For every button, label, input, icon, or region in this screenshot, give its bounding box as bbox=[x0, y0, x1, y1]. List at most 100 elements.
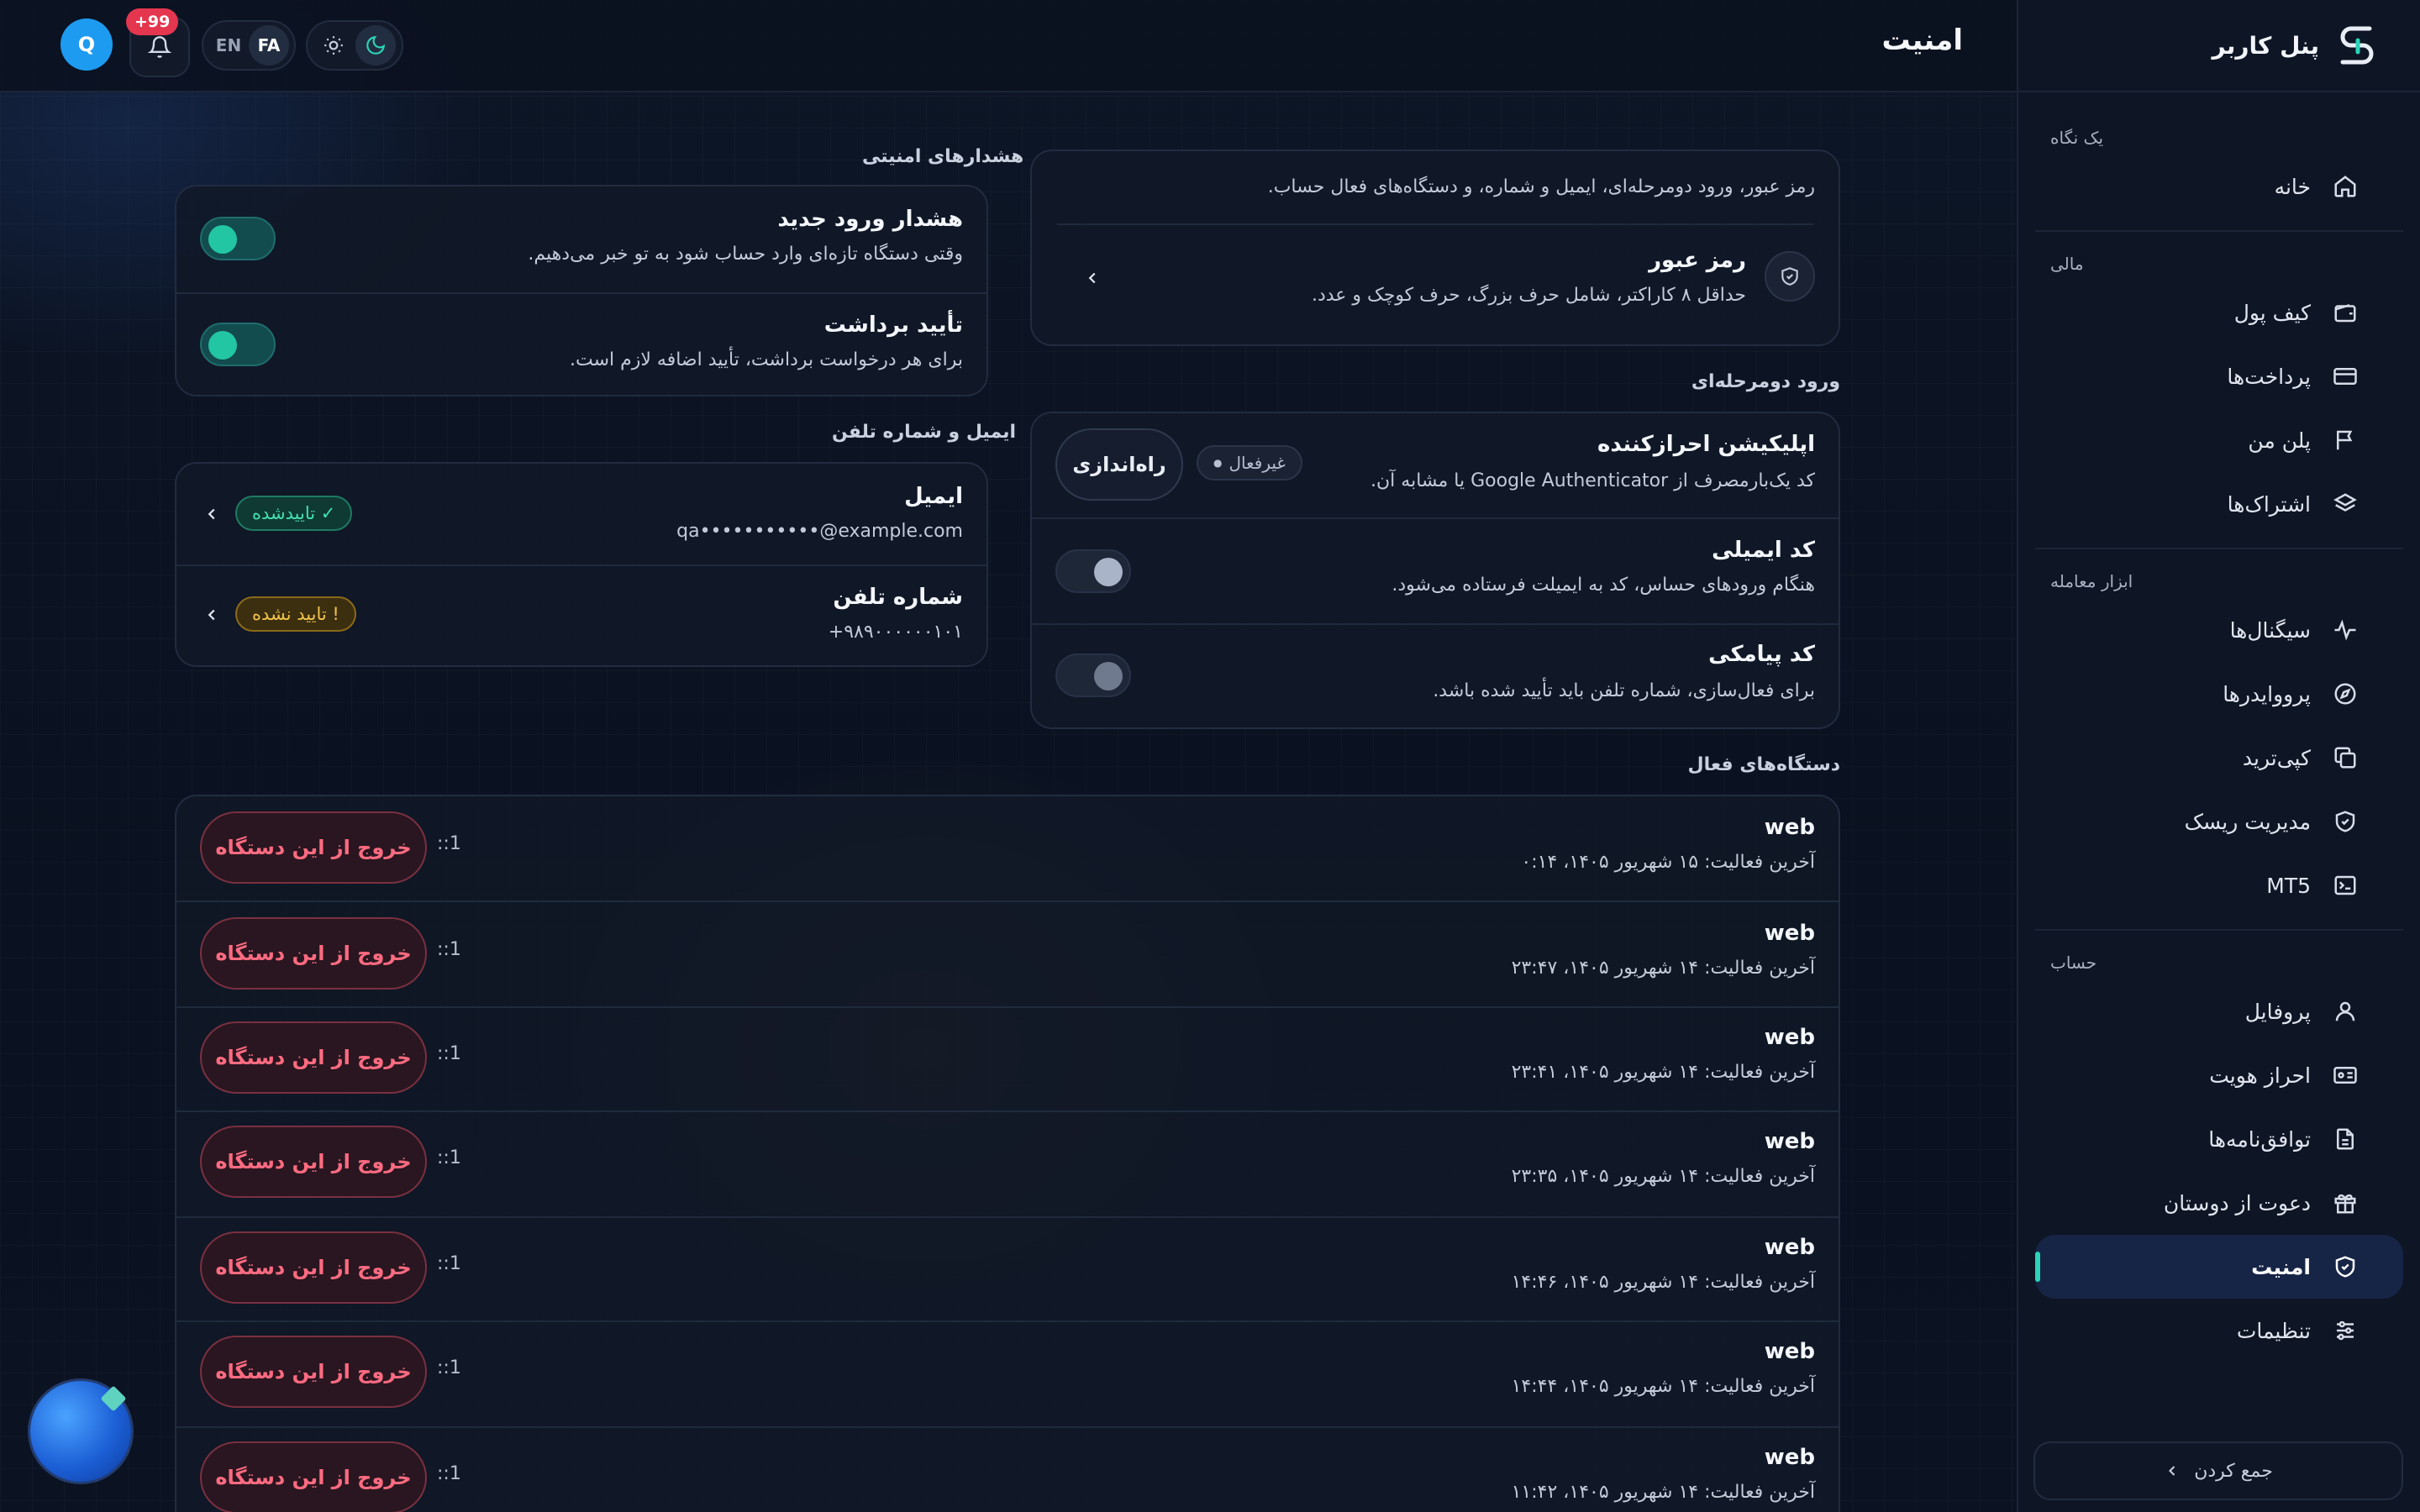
authenticator-subtitle: کد یک‌بارمصرف از Google Authenticator یا… bbox=[1370, 470, 1815, 491]
email-value: qa•••••••••••@example.com bbox=[676, 521, 963, 542]
sidebar-item-risk[interactable]: مدیریت ریسک bbox=[2035, 790, 2403, 853]
alerts-section-title: هشدارهای امنیتی bbox=[862, 146, 1024, 167]
dot-icon: ● bbox=[1213, 457, 1223, 469]
withdraw-confirm-row: تأیید برداشت برای هر درخواست برداشت، تأی… bbox=[176, 294, 986, 398]
device-ip: ::1 bbox=[437, 1357, 461, 1378]
layers-icon bbox=[2331, 490, 2360, 518]
support-chat-bubble[interactable] bbox=[30, 1381, 131, 1482]
new-login-alert-row: هشدار ورود جدید وقتی دستگاه تازه‌ای وارد… bbox=[176, 186, 986, 292]
device-row: web آخرین فعالیت: ۱۴ شهریور ۱۴۰۵، ۲۳:۴۷ … bbox=[176, 902, 1839, 1006]
status-badge: غیرفعال ● bbox=[1197, 445, 1302, 480]
setup-authenticator-button[interactable]: راه‌اندازی bbox=[1055, 428, 1183, 501]
sidebar-item-security[interactable]: امنیت bbox=[2035, 1235, 2403, 1299]
withdraw-confirm-title: تأیید برداشت bbox=[823, 312, 963, 338]
lang-fa-button[interactable]: FA bbox=[249, 25, 289, 66]
chevron-left-icon[interactable] bbox=[1081, 266, 1104, 290]
twofa-card: اپلیکیشن احرازکننده کد یک‌بارمصرف از Goo… bbox=[1030, 412, 1840, 729]
status-badge-label: غیرفعال bbox=[1228, 453, 1286, 473]
device-name: web bbox=[1764, 1445, 1815, 1470]
contact-card: ایمیل qa•••••••••••@example.com ✓ تاییدش… bbox=[175, 462, 988, 667]
sidebar-nav: یک نگاه خانه مالی کیف پول پرداخت‌ها پلن … bbox=[2018, 92, 2420, 1362]
device-name: web bbox=[1764, 815, 1815, 840]
new-login-alert-toggle[interactable] bbox=[200, 217, 276, 260]
authenticator-title: اپلیکیشن احرازکننده bbox=[1597, 432, 1815, 457]
sidebar-item-payments[interactable]: پرداخت‌ها bbox=[2035, 344, 2403, 408]
sidebar-item-providers[interactable]: پرووایدرها bbox=[2035, 662, 2403, 726]
device-row: web آخرین فعالیت: ۱۵ شهریور ۱۴۰۵، ۰:۱۴ :… bbox=[176, 796, 1839, 900]
copy-icon bbox=[2331, 743, 2360, 772]
device-row: web آخرین فعالیت: ۱۴ شهریور ۱۴۰۵، ۱۱:۴۲ … bbox=[176, 1428, 1839, 1512]
sliders-icon bbox=[2331, 1316, 2360, 1345]
logout-device-button[interactable]: خروج از این دستگاه bbox=[200, 917, 427, 990]
sidebar-item-label: امنیت bbox=[2251, 1254, 2311, 1279]
logout-device-button[interactable]: خروج از این دستگاه bbox=[200, 1336, 427, 1408]
new-login-alert-subtitle: وقتی دستگاه تازه‌ای وارد حساب شود به تو … bbox=[528, 244, 963, 265]
brand[interactable]: پنل کاربر bbox=[2018, 0, 2420, 92]
sms-code-subtitle: برای فعال‌سازی، شماره تلفن باید تأیید شد… bbox=[1433, 680, 1815, 701]
sidebar-item-mt5[interactable]: MT5 bbox=[2035, 853, 2403, 917]
authenticator-row: اپلیکیشن احرازکننده کد یک‌بارمصرف از Goo… bbox=[1032, 413, 1839, 517]
unverified-badge: ! تایید نشده bbox=[235, 596, 356, 632]
sidebar-item-profile[interactable]: پروفایل bbox=[2035, 979, 2403, 1043]
device-row: web آخرین فعالیت: ۱۴ شهریور ۱۴۰۵، ۱۴:۴۴ … bbox=[176, 1322, 1839, 1426]
password-row[interactable]: رمز عبور حداقل ۸ کاراکتر، شامل حرف بزرگ،… bbox=[1032, 224, 1839, 346]
contact-section-title: ایمیل و شماره تلفن bbox=[832, 422, 1016, 443]
phone-row[interactable]: شماره تلفن +۹۸۹۰۰۰۰۰۰۱۰۱ ! تایید نشده bbox=[176, 566, 986, 667]
chevron-left-icon[interactable] bbox=[200, 603, 224, 627]
logout-device-button[interactable]: خروج از این دستگاه bbox=[200, 811, 427, 884]
device-ip: ::1 bbox=[437, 1147, 461, 1168]
chevron-left-icon[interactable] bbox=[200, 502, 224, 526]
theme-switch[interactable] bbox=[306, 20, 403, 71]
sun-icon[interactable] bbox=[313, 25, 354, 66]
sidebar-item-label: اشتراک‌ها bbox=[2227, 491, 2311, 517]
sms-code-toggle[interactable] bbox=[1055, 654, 1131, 697]
sidebar-item-invite[interactable]: دعوت از دوستان bbox=[2035, 1171, 2403, 1235]
document-icon bbox=[2331, 1125, 2360, 1153]
collapse-label: جمع کردن bbox=[2194, 1460, 2273, 1482]
sidebar-item-kyc[interactable]: احراز هویت bbox=[2035, 1043, 2403, 1107]
phone-value: +۹۸۹۰۰۰۰۰۰۱۰۱ bbox=[828, 622, 963, 643]
sidebar-item-wallet[interactable]: کیف پول bbox=[2035, 281, 2403, 344]
device-last-activity: آخرین فعالیت: ۱۴ شهریور ۱۴۰۵، ۲۳:۴۱ bbox=[1511, 1062, 1815, 1083]
collapse-sidebar-button[interactable]: جمع کردن bbox=[2033, 1441, 2403, 1500]
sidebar-item-subscriptions[interactable]: اشتراک‌ها bbox=[2035, 472, 2403, 536]
device-last-activity: آخرین فعالیت: ۱۵ شهریور ۱۴۰۵، ۰:۱۴ bbox=[1521, 852, 1815, 873]
sidebar-item-label: پرداخت‌ها bbox=[2227, 364, 2311, 389]
page-title: امنیت bbox=[1881, 24, 1963, 57]
nav-section-label: مالی bbox=[2050, 254, 2084, 274]
sidebar-item-signals[interactable]: سیگنال‌ها bbox=[2035, 598, 2403, 662]
sidebar-item-settings[interactable]: تنظیمات bbox=[2035, 1299, 2403, 1362]
email-code-toggle[interactable] bbox=[1055, 549, 1131, 593]
device-ip: ::1 bbox=[437, 939, 461, 960]
logout-device-button[interactable]: خروج از این دستگاه bbox=[200, 1231, 427, 1304]
logout-device-button[interactable]: خروج از این دستگاه bbox=[200, 1021, 427, 1094]
device-ip: ::1 bbox=[437, 1253, 461, 1274]
user-icon bbox=[2331, 997, 2360, 1026]
sidebar-item-my-plan[interactable]: پلن من bbox=[2035, 408, 2403, 472]
logout-device-button[interactable]: خروج از این دستگاه bbox=[200, 1441, 427, 1512]
email-row[interactable]: ایمیل qa•••••••••••@example.com ✓ تاییدش… bbox=[176, 464, 986, 564]
divider bbox=[2035, 929, 2403, 931]
wallet-icon bbox=[2331, 298, 2360, 327]
lang-en-button[interactable]: EN bbox=[208, 25, 249, 66]
sms-code-title: کد پیامکی bbox=[1708, 642, 1815, 667]
device-name: web bbox=[1764, 1129, 1815, 1154]
device-name: web bbox=[1764, 921, 1815, 946]
shield-check-icon bbox=[2331, 1252, 2360, 1281]
sidebar-item-label: توافق‌نامه‌ها bbox=[2208, 1126, 2311, 1152]
nav-section-label: ابزار معامله bbox=[2050, 571, 2133, 591]
sidebar-item-label: مدیریت ریسک bbox=[2184, 809, 2311, 834]
logout-device-button[interactable]: خروج از این دستگاه bbox=[200, 1126, 427, 1198]
sidebar-item-home[interactable]: خانه bbox=[2035, 155, 2403, 218]
device-row: web آخرین فعالیت: ۱۴ شهریور ۱۴۰۵، ۲۳:۴۱ … bbox=[176, 1008, 1839, 1112]
pulse-icon bbox=[2331, 616, 2360, 644]
withdraw-confirm-toggle[interactable] bbox=[200, 323, 276, 366]
moon-icon[interactable] bbox=[355, 25, 396, 66]
device-name: web bbox=[1764, 1025, 1815, 1050]
language-switch[interactable]: EN FA bbox=[202, 20, 296, 71]
device-row: web آخرین فعالیت: ۱۴ شهریور ۱۴۰۵، ۱۴:۴۶ … bbox=[176, 1218, 1839, 1322]
avatar[interactable]: Q bbox=[60, 18, 113, 71]
sidebar-item-agreements[interactable]: توافق‌نامه‌ها bbox=[2035, 1107, 2403, 1171]
sidebar-item-label: کیف پول bbox=[2233, 300, 2311, 325]
sidebar-item-copytrade[interactable]: کپی‌ترید bbox=[2035, 726, 2403, 790]
